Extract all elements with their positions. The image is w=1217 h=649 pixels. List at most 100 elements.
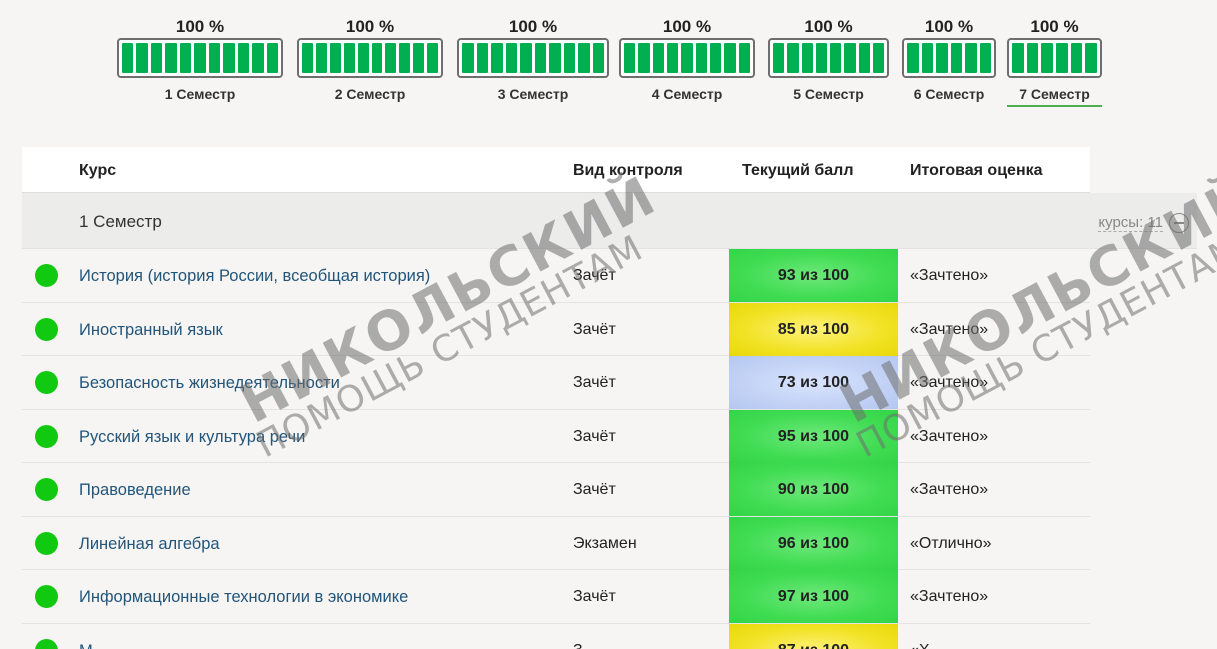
battery-cell bbox=[830, 43, 842, 73]
semester-percent: 100 % bbox=[1030, 17, 1079, 36]
semester-percent: 100 % bbox=[175, 17, 225, 36]
header-final[interactable]: Итоговая оценка bbox=[910, 147, 1043, 193]
battery-cell bbox=[329, 43, 341, 73]
semester-label: 2 Семестр bbox=[334, 86, 406, 102]
semester-tab-7[interactable]: 100 % 7 Семестр bbox=[1007, 0, 1102, 112]
status-dot-icon bbox=[35, 317, 58, 341]
current-score: 95 из 100 bbox=[729, 409, 898, 463]
battery-cell bbox=[578, 43, 590, 73]
battery-cell bbox=[1026, 43, 1039, 73]
battery-cell bbox=[223, 43, 235, 73]
battery-cell bbox=[1085, 43, 1098, 73]
battery-cell bbox=[385, 43, 397, 73]
status-dot-icon bbox=[35, 638, 58, 649]
semester-battery bbox=[117, 38, 283, 78]
semester-label: 3 Семестр bbox=[497, 86, 569, 102]
header-course[interactable]: Курс bbox=[79, 147, 116, 193]
current-score: 90 из 100 bbox=[729, 463, 898, 516]
battery-cell bbox=[950, 43, 962, 73]
semester-label: 4 Семестр bbox=[651, 86, 723, 102]
course-link[interactable]: Линейная алгебра bbox=[79, 517, 220, 571]
semester-tab-4[interactable]: 100 % 4 Семестр bbox=[619, 0, 755, 112]
control-type: Зачёт bbox=[573, 427, 616, 445]
semester-label: 5 Семестр bbox=[793, 86, 864, 102]
semester-tab-3[interactable]: 100 % 3 Семестр bbox=[457, 0, 609, 112]
battery-cell bbox=[122, 43, 134, 73]
semester-battery bbox=[297, 38, 443, 78]
table-row: Безопасность жизнедеятельности Зачёт 73 … bbox=[22, 356, 1090, 410]
battery-cell bbox=[695, 43, 707, 73]
semester-group-row[interactable]: 1 Семестр курсы: 11 bbox=[22, 193, 1197, 249]
status-dot-icon bbox=[35, 264, 58, 287]
semester-label: 6 Семестр bbox=[913, 86, 985, 102]
final-grade: «Отлично» bbox=[910, 534, 992, 552]
course-link[interactable]: Иностранный язык bbox=[79, 303, 223, 357]
battery-cell bbox=[801, 43, 813, 73]
semester-tab-5[interactable]: 100 % 5 Семестр bbox=[768, 0, 889, 112]
control-type: Зачёт bbox=[573, 588, 616, 605]
course-link[interactable]: Правоведение bbox=[79, 463, 191, 517]
course-link[interactable]: История (история России, всеобщая истори… bbox=[79, 249, 430, 303]
battery-cell bbox=[681, 43, 693, 73]
final-grade: «Зачтено» bbox=[910, 481, 989, 498]
battery-cell bbox=[979, 43, 991, 73]
battery-cell bbox=[549, 43, 561, 73]
semester-percent: 100 % bbox=[345, 17, 395, 36]
semester-tab-6[interactable]: 100 % 6 Семестр bbox=[902, 0, 996, 112]
control-type: З bbox=[573, 624, 583, 649]
battery-cell bbox=[624, 43, 636, 73]
battery-cell bbox=[965, 43, 977, 73]
control-type: Зачёт bbox=[573, 320, 616, 338]
collapse-icon[interactable] bbox=[1169, 213, 1189, 233]
battery-cell bbox=[787, 43, 799, 73]
table-row: Иностранный язык Зачёт 85 из 100 «Зачтен… bbox=[22, 302, 1090, 357]
battery-cell bbox=[921, 43, 933, 73]
control-type: Зачёт bbox=[573, 481, 616, 498]
current-score: 73 из 100 bbox=[729, 356, 898, 409]
battery-cell bbox=[252, 43, 264, 73]
semester-battery bbox=[902, 38, 996, 78]
semester-battery bbox=[619, 38, 755, 78]
header-score[interactable]: Текущий балл bbox=[742, 147, 854, 193]
semester-tab-2[interactable]: 100 % 2 Семестр bbox=[297, 0, 443, 112]
battery-cell bbox=[357, 43, 369, 73]
final-grade: «Зачтено» bbox=[910, 267, 989, 284]
battery-cell bbox=[592, 43, 604, 73]
current-score: 85 из 100 bbox=[729, 302, 898, 356]
battery-cell bbox=[1012, 43, 1024, 73]
battery-cell bbox=[1056, 43, 1068, 73]
battery-cell bbox=[427, 43, 439, 73]
current-score: 97 из 100 bbox=[729, 570, 898, 623]
course-link[interactable]: Русский язык и культура речи bbox=[79, 410, 305, 464]
final-grade: «Зачтено» bbox=[910, 374, 989, 391]
semester-battery bbox=[457, 38, 609, 78]
battery-cell bbox=[302, 43, 313, 73]
battery-cell bbox=[520, 43, 532, 73]
semester-battery bbox=[1007, 38, 1102, 78]
table-row: Линейная алгебра Экзамен 96 из 100 «Отли… bbox=[22, 516, 1090, 571]
header-control[interactable]: Вид контроля bbox=[573, 147, 683, 193]
course-link[interactable]: Информационные технологии в экономике bbox=[79, 570, 408, 624]
semester-tab-1[interactable]: 100 % 1 Семестр bbox=[117, 0, 283, 112]
battery-cell bbox=[815, 43, 827, 73]
current-score: 87 из 100 bbox=[729, 623, 898, 649]
control-type: Зачёт bbox=[573, 267, 616, 284]
battery-cell bbox=[136, 43, 148, 73]
status-dot-icon bbox=[35, 478, 58, 501]
table-row: Информационные технологии в экономике За… bbox=[22, 570, 1090, 624]
course-link[interactable]: М bbox=[79, 624, 93, 649]
battery-cell bbox=[413, 43, 425, 73]
semester-percent: 100 % bbox=[508, 17, 558, 36]
battery-cell bbox=[150, 43, 163, 73]
battery-cell bbox=[652, 43, 664, 73]
battery-cell bbox=[666, 43, 679, 73]
semester-percent: 100 % bbox=[662, 17, 712, 36]
control-type: Зачёт bbox=[573, 374, 616, 391]
course-link[interactable]: Безопасность жизнедеятельности bbox=[79, 356, 340, 410]
battery-cell bbox=[907, 43, 919, 73]
battery-cell bbox=[165, 43, 177, 73]
group-course-count: курсы: 11 bbox=[1098, 214, 1163, 232]
current-score: 96 из 100 bbox=[729, 516, 898, 570]
battery-cell bbox=[371, 43, 383, 73]
current-score: 93 из 100 bbox=[729, 249, 898, 302]
